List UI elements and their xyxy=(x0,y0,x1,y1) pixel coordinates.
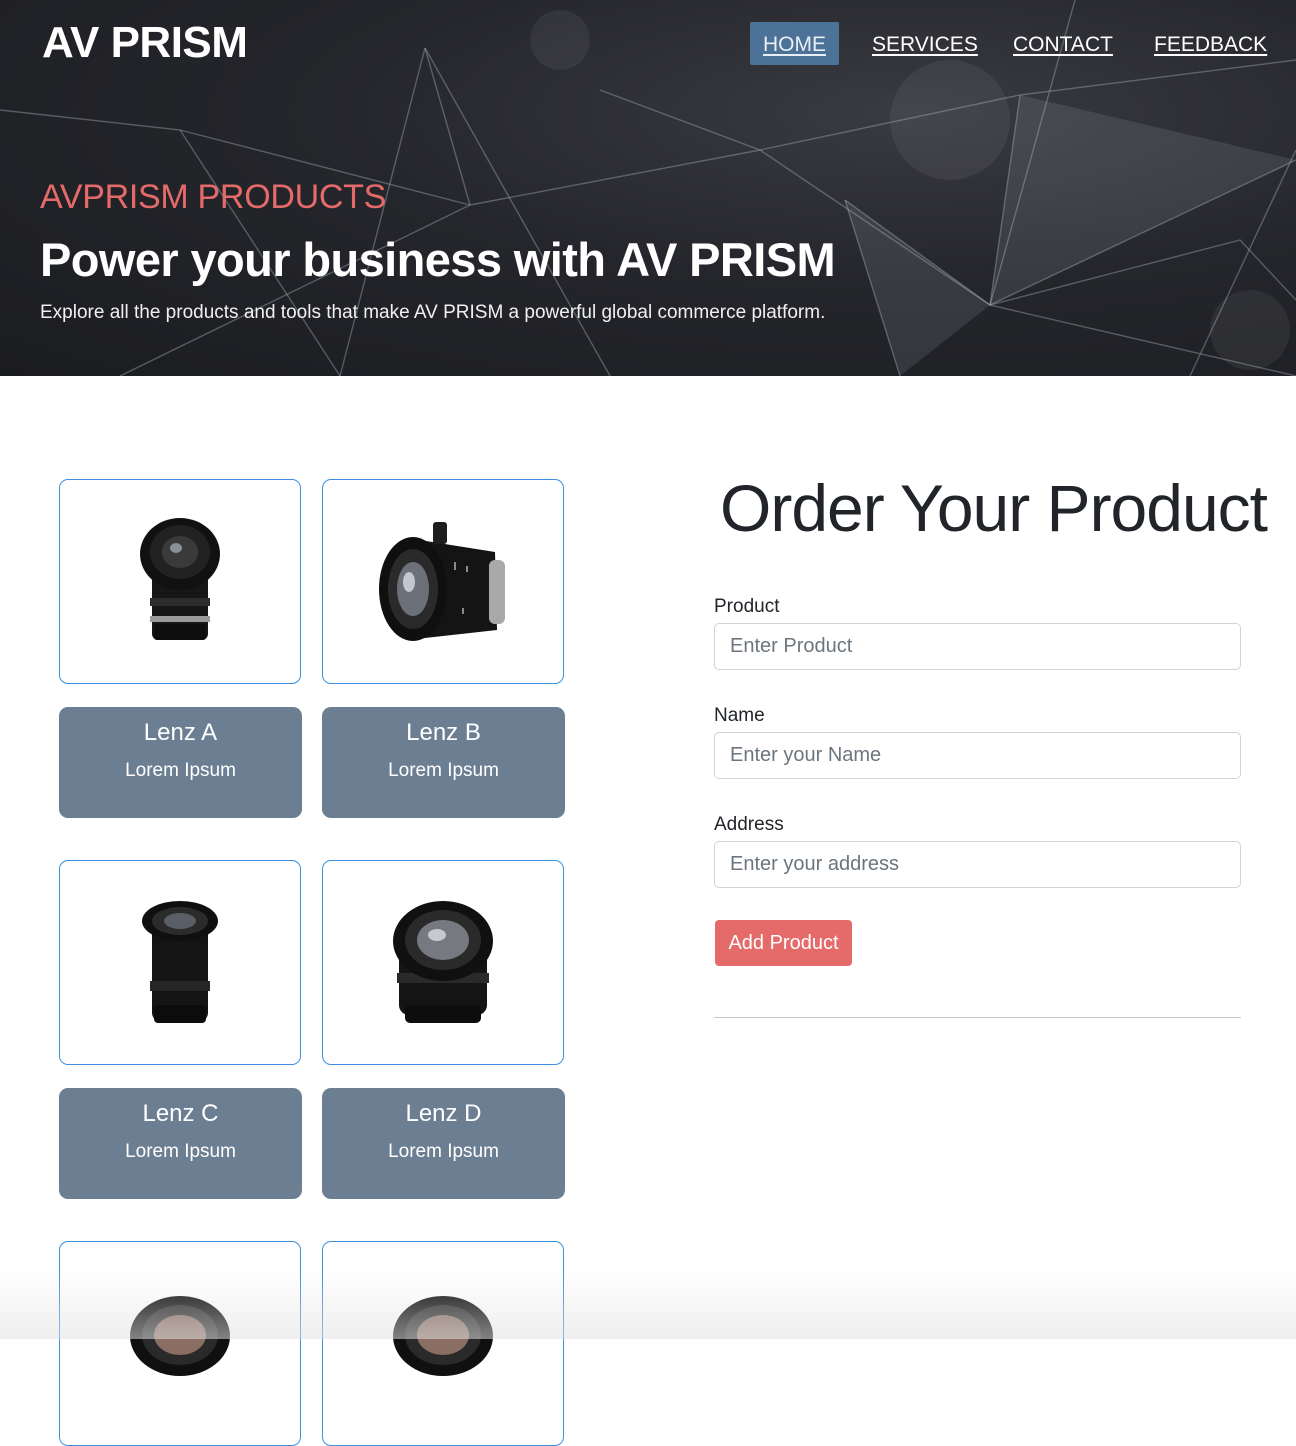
camera-lens-image xyxy=(140,517,220,640)
camera-lens-image xyxy=(379,521,505,641)
product-card-info-c[interactable]: Lenz C Lorem Ipsum xyxy=(59,1088,302,1199)
address-field-label: Address xyxy=(714,814,784,835)
nav-contact[interactable]: CONTACT xyxy=(1013,22,1113,65)
product-field-label: Product xyxy=(714,596,780,617)
product-description: Lorem Ipsum xyxy=(388,760,499,781)
camera-lens-image xyxy=(130,1296,230,1376)
hero-banner: AV PRISM HOME SERVICES CONTACT FEEDBACK … xyxy=(0,0,1296,376)
product-name: Lenz A xyxy=(143,719,218,746)
hero-kicker: AVPRISM PRODUCTS xyxy=(40,178,386,216)
product-card-image-e[interactable] xyxy=(59,1241,301,1446)
product-card-info-d[interactable]: Lenz D Lorem Ipsum xyxy=(322,1088,565,1199)
product-name: Lenz C xyxy=(142,1100,219,1127)
product-card-info-b[interactable]: Lenz B Lorem Ipsum xyxy=(322,707,565,818)
form-divider xyxy=(714,1017,1241,1018)
address-input[interactable] xyxy=(714,841,1241,888)
product-name: Lenz D xyxy=(405,1100,482,1127)
product-card-image-d[interactable] xyxy=(322,860,564,1065)
product-card-info-a[interactable]: Lenz A Lorem Ipsum xyxy=(59,707,302,818)
camera-lens-image xyxy=(393,1296,493,1376)
order-form-title: Order Your Product xyxy=(720,471,1268,545)
product-description: Lorem Ipsum xyxy=(388,1141,499,1162)
product-card-image-b[interactable] xyxy=(322,479,564,684)
product-input[interactable] xyxy=(714,623,1241,670)
product-card-image-a[interactable] xyxy=(59,479,301,684)
nav-feedback[interactable]: FEEDBACK xyxy=(1154,22,1267,65)
nav-home[interactable]: HOME xyxy=(750,22,839,65)
add-product-button[interactable]: Add Product xyxy=(715,920,852,966)
product-description: Lorem Ipsum xyxy=(125,1141,236,1162)
hero-title: Power your business with AV PRISM xyxy=(40,233,836,286)
product-description: Lorem Ipsum xyxy=(125,760,236,781)
name-field-label: Name xyxy=(714,705,765,726)
product-name: Lenz B xyxy=(406,719,481,746)
camera-lens-image xyxy=(393,900,493,1023)
hero-subtitle: Explore all the products and tools that … xyxy=(40,302,826,323)
camera-lens-image xyxy=(142,900,218,1023)
main-nav: HOME SERVICES CONTACT FEEDBACK xyxy=(0,22,1296,66)
nav-services[interactable]: SERVICES xyxy=(872,22,978,65)
name-input[interactable] xyxy=(714,732,1241,779)
product-card-image-f[interactable] xyxy=(322,1241,564,1446)
product-card-image-c[interactable] xyxy=(59,860,301,1065)
